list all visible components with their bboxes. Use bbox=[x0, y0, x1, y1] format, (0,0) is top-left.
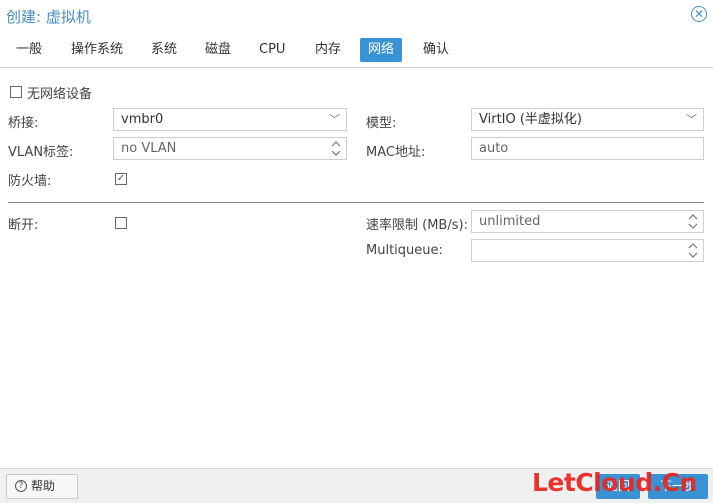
help-button[interactable]: ? 帮助 bbox=[6, 474, 78, 499]
watermark-logo: LetCloud.Cn bbox=[532, 468, 697, 497]
bridge-select[interactable]: vmbr0 ﹀ bbox=[113, 108, 347, 131]
vlan-label: VLAN标签: bbox=[8, 145, 74, 160]
bridge-value: vmbr0 bbox=[121, 112, 164, 127]
window-title: 创建: 虚拟机 bbox=[6, 8, 91, 26]
vlan-value: no VLAN bbox=[121, 141, 177, 156]
mac-value: auto bbox=[479, 141, 509, 156]
mac-field[interactable]: auto bbox=[471, 137, 704, 160]
close-icon[interactable]: ✕ bbox=[691, 6, 707, 22]
no-network-checkbox[interactable] bbox=[10, 86, 22, 98]
firewall-checkbox[interactable]: ✓ bbox=[115, 173, 127, 185]
divider bbox=[8, 202, 704, 203]
tab-general[interactable]: 一般 bbox=[8, 38, 50, 62]
tab-cpu[interactable]: CPU bbox=[251, 38, 293, 62]
model-select[interactable]: VirtIO (半虚拟化) ﹀ bbox=[471, 108, 704, 131]
rate-limit-value: unlimited bbox=[479, 214, 541, 229]
firewall-label: 防火墙: bbox=[8, 174, 52, 189]
tab-disk[interactable]: 磁盘 bbox=[197, 38, 239, 62]
spinner-icon[interactable] bbox=[688, 242, 698, 259]
vlan-field[interactable]: no VLAN bbox=[113, 137, 347, 160]
tab-network[interactable]: 网络 bbox=[360, 38, 403, 62]
model-label: 模型: bbox=[366, 116, 397, 131]
multiqueue-label: Multiqueue: bbox=[366, 243, 443, 258]
no-network-label: 无网络设备 bbox=[27, 87, 93, 102]
model-value: VirtIO (半虚拟化) bbox=[479, 112, 583, 127]
help-icon: ? bbox=[15, 480, 27, 492]
chevron-down-icon[interactable]: ﹀ bbox=[329, 109, 340, 130]
bridge-label: 桥接: bbox=[8, 116, 39, 131]
disconnect-label: 断开: bbox=[8, 218, 39, 233]
tab-bar: 一般 操作系统 系统 磁盘 CPU 内存 网络 确认 bbox=[0, 36, 713, 68]
tab-memory[interactable]: 内存 bbox=[307, 38, 349, 62]
tab-os[interactable]: 操作系统 bbox=[63, 38, 131, 62]
disconnect-checkbox[interactable] bbox=[115, 217, 127, 229]
tab-confirm[interactable]: 确认 bbox=[415, 38, 457, 62]
rate-limit-label: 速率限制 (MB/s): bbox=[366, 218, 468, 233]
tab-system[interactable]: 系统 bbox=[143, 38, 185, 62]
rate-limit-field[interactable]: unlimited bbox=[471, 210, 704, 233]
mac-label: MAC地址: bbox=[366, 145, 426, 160]
spinner-icon[interactable] bbox=[688, 213, 698, 230]
multiqueue-field[interactable] bbox=[471, 239, 704, 262]
help-label: 帮助 bbox=[31, 479, 56, 493]
spinner-icon[interactable] bbox=[331, 140, 341, 157]
chevron-down-icon[interactable]: ﹀ bbox=[686, 109, 697, 130]
window-titlebar: 创建: 虚拟机 ✕ bbox=[0, 0, 713, 30]
